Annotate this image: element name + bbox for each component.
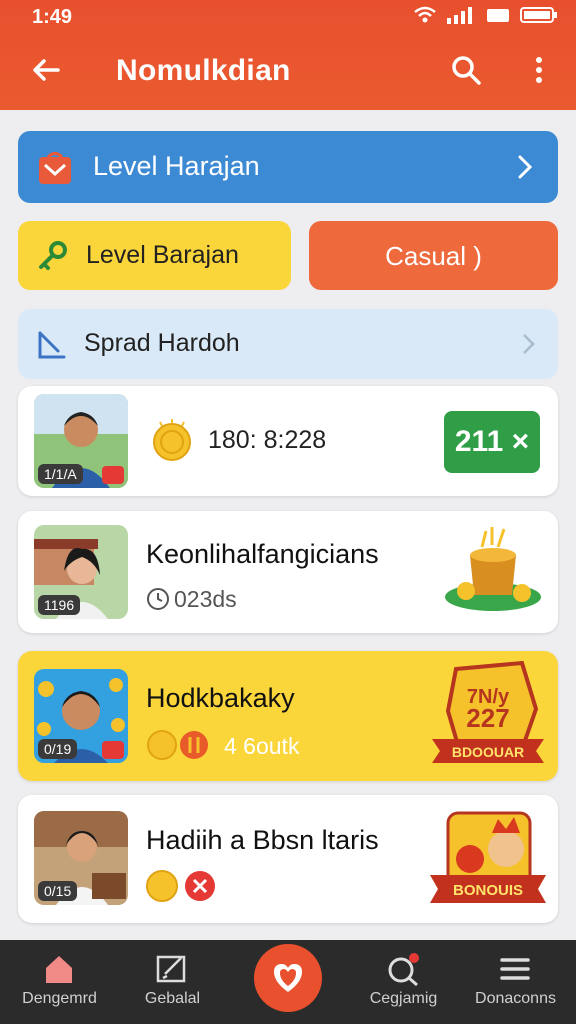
list-item[interactable]: 1/1/A 180: 8:228 211 ×	[18, 386, 558, 496]
nav-home[interactable]: Dengemrd	[2, 940, 117, 1024]
level-harajan-label: Level Harajan	[93, 151, 260, 181]
key-icon	[39, 241, 67, 270]
battery-icon	[520, 7, 557, 23]
treasure-pot-icon	[445, 527, 541, 611]
bonus-promo-badge: BONOUIS	[430, 811, 546, 903]
clock-icon	[147, 588, 169, 610]
wifi-icon	[414, 6, 436, 23]
nav-home-label: Dengemrd	[22, 990, 97, 1007]
level-barajan-filter[interactable]: Level Barajan	[18, 221, 291, 290]
gift-bag-icon	[39, 152, 71, 184]
avatar-badge: 0/19	[38, 739, 78, 759]
edit-icon	[156, 955, 186, 983]
title-bar: Nomulkdian	[0, 38, 576, 104]
promo-banner-text: BONOUIS	[453, 882, 523, 899]
nav-more-label: Donaconns	[475, 990, 556, 1007]
avatar: 1196	[34, 525, 128, 619]
coin-reward-icons	[146, 870, 215, 902]
level-barajan-label: Level Barajan	[86, 241, 239, 269]
spread-label: Sprad Hardoh	[84, 329, 240, 357]
level-harajan-filter[interactable]: Level Harajan	[18, 131, 558, 203]
heart-shield-icon	[274, 964, 302, 992]
list-item[interactable]: 1196 Keonlihalfangicians 023ds	[18, 511, 558, 633]
chevron-right-icon	[523, 334, 535, 354]
item-subtitle: 023ds	[174, 586, 237, 612]
item-title: Hadiih a Bbsn ltaris	[146, 825, 379, 855]
list-item[interactable]: 0/15 Hadiih a Bbsn ltaris BONOUIS	[18, 795, 558, 923]
app-bar: 1:49 Nomulkdian	[0, 0, 576, 110]
more-vert-icon[interactable]	[524, 52, 554, 88]
list-item[interactable]: 0/19 Hodkbakaky 4 6outk 7N/y 227 BDOOUAR	[18, 651, 558, 781]
back-arrow-icon[interactable]	[28, 52, 64, 88]
notification-search-icon	[388, 953, 419, 987]
item-subtitle: 4 6outk	[224, 733, 300, 759]
coin-icon	[153, 419, 191, 461]
avatar: 1/1/A	[34, 394, 128, 488]
search-icon[interactable]	[448, 52, 484, 88]
home-icon	[46, 956, 72, 983]
casual-filter[interactable]: Casual )	[309, 221, 558, 290]
coin-reward-icons	[147, 730, 208, 760]
promo-mid-text: 227	[466, 703, 509, 733]
nav-search[interactable]: Cegjamig	[346, 940, 461, 1024]
item-title: Keonlihalfangicians	[146, 539, 379, 569]
status-bar: 1:49	[0, 0, 576, 34]
angle-icon	[38, 331, 66, 359]
sim-icon	[487, 9, 509, 22]
live-badge	[102, 466, 124, 484]
avatar-badge: 1196	[38, 595, 81, 615]
status-icons	[414, 6, 558, 24]
item-title: Hodkbakaky	[146, 683, 295, 713]
bonus-promo-badge: 7N/y 227 BDOOUAR	[432, 660, 544, 763]
signal-icon	[447, 7, 472, 24]
avatar-badge: 0/15	[38, 881, 78, 901]
status-time: 1:49	[32, 6, 73, 28]
nav-social-label: Gebalal	[144, 990, 201, 1007]
center-action-button[interactable]	[254, 944, 322, 1012]
avatar: 0/15	[34, 811, 128, 905]
item-value: 180: 8:228	[208, 426, 327, 454]
live-badge	[102, 741, 124, 759]
page-title: Nomulkdian	[116, 54, 291, 87]
menu-icon	[500, 958, 530, 980]
promo-banner-text: BDOOUAR	[452, 744, 524, 760]
spread-filter[interactable]: Sprad Hardoh	[18, 309, 558, 379]
avatar: 0/19	[34, 669, 128, 763]
bet-button[interactable]: 211 ×	[444, 411, 540, 473]
nav-social[interactable]: Gebalal	[115, 940, 230, 1024]
casual-label: Casual )	[385, 241, 482, 271]
nav-more[interactable]: Donaconns	[458, 940, 573, 1024]
nav-search-label: Cegjamig	[369, 990, 438, 1007]
chevron-right-icon	[518, 155, 533, 179]
avatar-badge: 1/1/A	[38, 464, 83, 484]
